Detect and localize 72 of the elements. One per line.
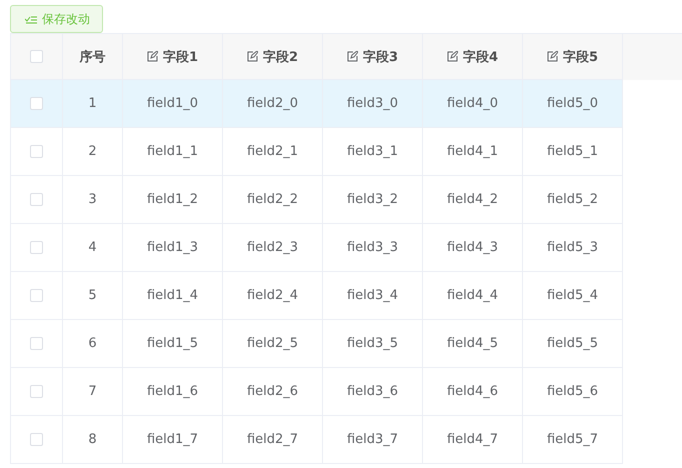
table-cell: field3_7	[346, 432, 398, 447]
checkbox[interactable]	[30, 193, 43, 206]
table-row[interactable]: 8 field1_7 field2_7 field3_7 field4_7 field5_7	[10, 416, 623, 464]
table-cell: 7	[88, 384, 97, 399]
table-cell: field2_6	[246, 384, 298, 399]
column-header: 字段4	[462, 48, 498, 66]
table-cell: field2_0	[246, 96, 298, 111]
checklist-icon	[25, 14, 37, 24]
table-cell: 5	[88, 288, 97, 303]
checkbox[interactable]	[30, 385, 43, 398]
table-cell: field4_0	[446, 96, 498, 111]
table-cell: field3_6	[346, 384, 398, 399]
table-row[interactable]: 1 field1_0 field2_0 field3_0 field4_0 field5_0	[10, 80, 623, 128]
checkbox[interactable]	[30, 241, 43, 254]
table-cell: field1_2	[146, 192, 198, 207]
table-row[interactable]: 5 field1_4 field2_4 field3_4 field4_4 field5_4	[10, 272, 623, 320]
table-cell: field4_1	[446, 144, 498, 159]
table-cell: field2_3	[246, 240, 298, 255]
table-cell: field5_1	[546, 144, 598, 159]
column-header: 字段1	[162, 48, 198, 66]
table-cell: field1_7	[146, 432, 198, 447]
table-cell: field2_1	[246, 144, 298, 159]
table-cell: field1_3	[146, 240, 198, 255]
checkbox[interactable]	[30, 97, 43, 110]
table-cell: field5_4	[546, 288, 598, 303]
column-header: 字段5	[562, 48, 598, 66]
table-row[interactable]: 6 field1_5 field2_5 field3_5 field4_5 field5_5	[10, 320, 623, 368]
table-cell: field5_2	[546, 192, 598, 207]
table-cell: field3_3	[346, 240, 398, 255]
table-row[interactable]: 2 field1_1 field2_1 field3_1 field4_1 field5_1	[10, 128, 623, 176]
table-cell: 3	[88, 192, 97, 207]
table-cell: field5_5	[546, 336, 598, 351]
table-cell: field5_0	[546, 96, 598, 111]
table-cell: 1	[88, 96, 97, 111]
table-cell: field4_2	[446, 192, 498, 207]
table-cell: field2_2	[246, 192, 298, 207]
column-header: 字段2	[262, 48, 298, 66]
table-row[interactable]: 3 field1_2 field2_2 field3_2 field4_2 field5_2	[10, 176, 623, 224]
checkbox[interactable]	[30, 337, 43, 350]
checkbox[interactable]	[30, 289, 43, 302]
table-cell: field4_3	[446, 240, 498, 255]
table-cell: field2_4	[246, 288, 298, 303]
checkbox[interactable]	[30, 433, 43, 446]
table-cell: field4_7	[446, 432, 498, 447]
table-cell: field3_0	[346, 96, 398, 111]
table-cell: field3_4	[346, 288, 398, 303]
table-cell: field2_7	[246, 432, 298, 447]
table-cell: 2	[88, 144, 97, 159]
table-cell: 6	[88, 336, 97, 351]
table-row[interactable]: 7 field1_6 field2_6 field3_6 field4_6 field5_6	[10, 368, 623, 416]
table-cell: 4	[88, 240, 97, 255]
table-row[interactable]: 4 field1_3 field2_3 field3_3 field4_3 field5_3	[10, 224, 623, 272]
table-cell: field4_6	[446, 384, 498, 399]
table-cell: field3_1	[346, 144, 398, 159]
table-cell: field4_4	[446, 288, 498, 303]
table-cell: field4_5	[446, 336, 498, 351]
checkbox[interactable]	[30, 145, 43, 158]
table-cell: field1_0	[146, 96, 198, 111]
table-cell: field1_6	[146, 384, 198, 399]
column-header: 序号	[80, 48, 106, 66]
column-header: 字段3	[362, 48, 398, 66]
table-cell: field5_3	[546, 240, 598, 255]
table-cell: field5_6	[546, 384, 598, 399]
checkbox[interactable]	[30, 50, 43, 63]
table-cell: field5_7	[546, 432, 598, 447]
table-cell: 8	[88, 432, 97, 447]
table-cell: field1_4	[146, 288, 198, 303]
table-cell: field1_5	[146, 336, 198, 351]
table-cell: field3_2	[346, 192, 398, 207]
table-cell: field1_1	[146, 144, 198, 159]
table-cell: field2_5	[246, 336, 298, 351]
table-cell: field3_5	[346, 336, 398, 351]
